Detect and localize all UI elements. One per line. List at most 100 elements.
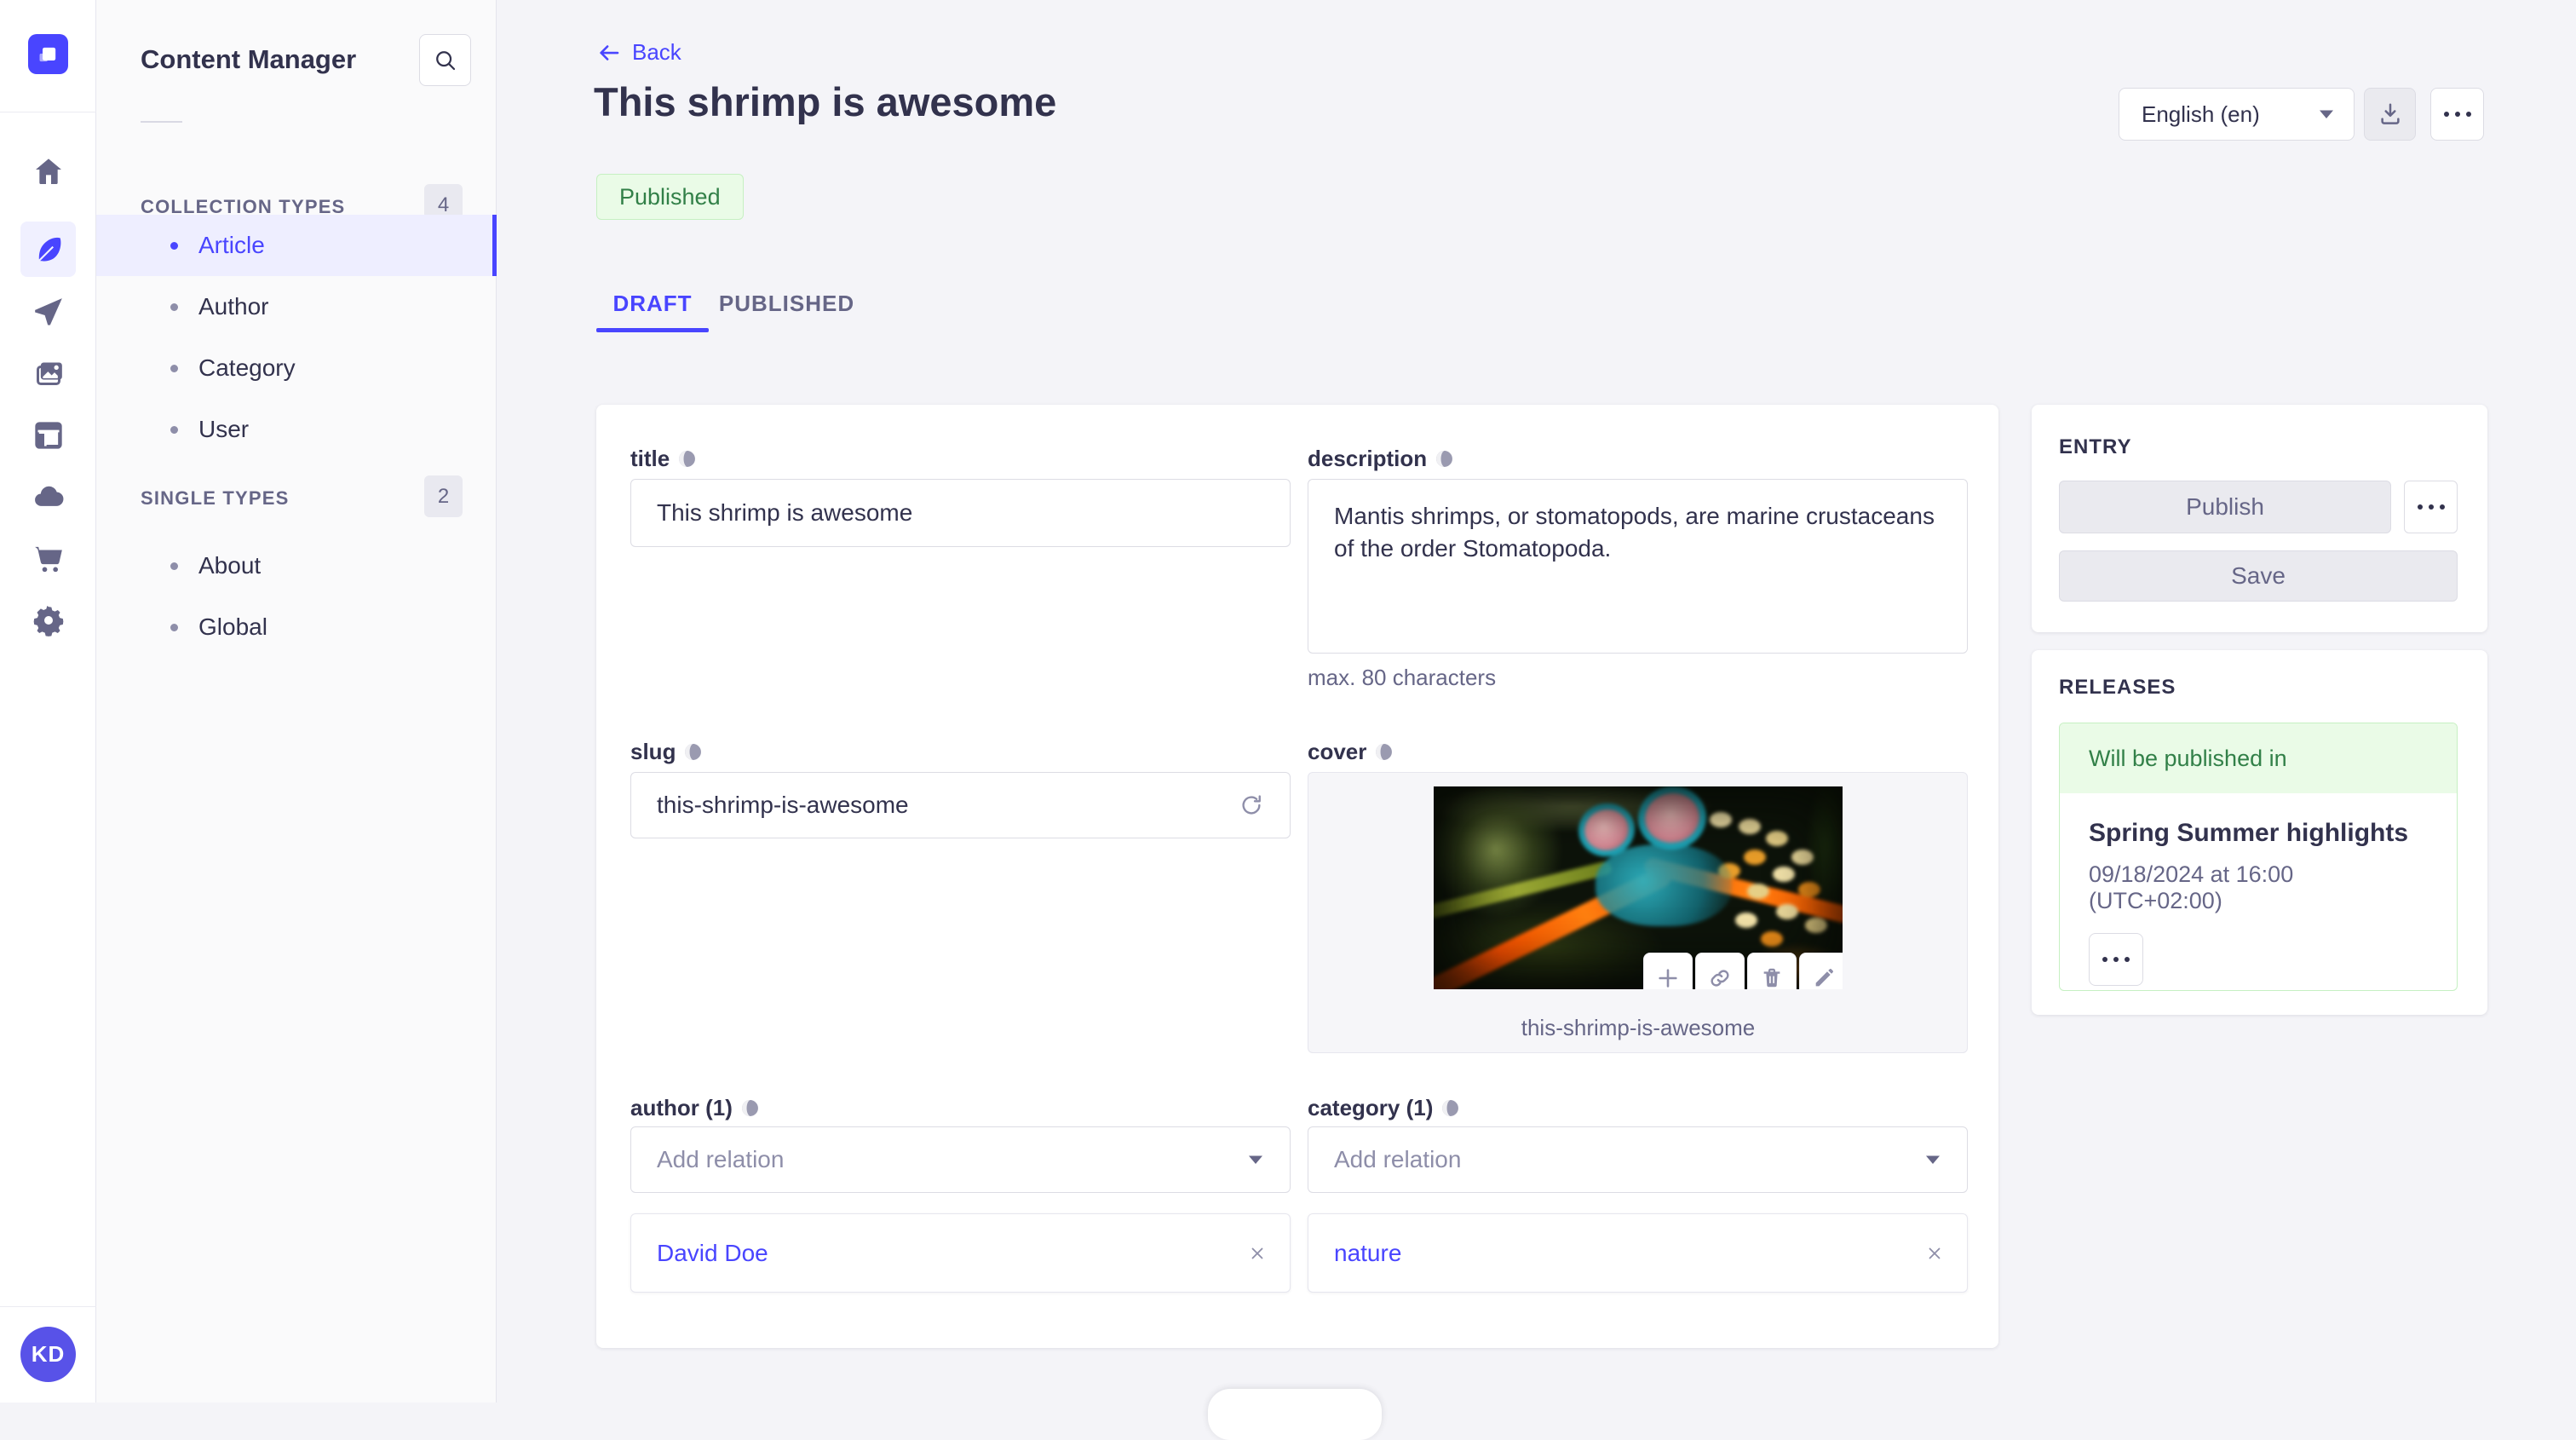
trash-icon [1763, 968, 1780, 988]
tab-draft[interactable]: DRAFT [596, 274, 709, 332]
search-button[interactable] [419, 34, 471, 86]
globe-icon [679, 451, 696, 467]
release-name: Spring Summer highlights [2089, 819, 2409, 847]
layout-icon [34, 421, 62, 449]
add-relation-placeholder: Add relation [1334, 1146, 1462, 1172]
status-badge: Published [596, 174, 744, 220]
main-content: Back This shrimp is awesome Published En… [497, 0, 2576, 1403]
relation-link[interactable]: David Doe [657, 1240, 1247, 1267]
more-actions-button[interactable] [2430, 88, 2484, 141]
more-horizontal-icon [2443, 112, 2471, 117]
globe-icon [1442, 1100, 1459, 1116]
sidebar-item-releases[interactable] [20, 284, 76, 339]
field-label-text: category (1) [1308, 1095, 1434, 1120]
release-more-button[interactable] [2089, 933, 2143, 986]
sidebar-item-article[interactable]: Article [96, 215, 497, 276]
home-icon [35, 158, 61, 184]
chevron-down-icon [2320, 110, 2333, 118]
single-types-count: 2 [424, 475, 463, 517]
entry-more-button[interactable] [2404, 481, 2458, 533]
sidebar-item-content-manager[interactable] [20, 222, 76, 277]
subnav-divider [141, 121, 182, 123]
releases-heading: RELEASES [2059, 676, 2176, 699]
regenerate-slug-button[interactable] [1239, 792, 1264, 818]
bullet-icon [170, 425, 178, 434]
author-add-relation-select[interactable]: Add relation [630, 1126, 1291, 1193]
title-input-value: This shrimp is awesome [657, 499, 913, 526]
locale-select[interactable]: English (en) [2119, 88, 2355, 141]
category-add-relation-select[interactable]: Add relation [1308, 1126, 1968, 1193]
bottom-floating-pill[interactable] [1208, 1389, 1382, 1440]
entry-heading: ENTRY [2059, 435, 2132, 458]
globe-icon [741, 1100, 758, 1116]
sidebar-item-media-library[interactable] [20, 345, 76, 400]
copy-link-button[interactable] [1695, 953, 1745, 989]
back-link[interactable]: Back [596, 39, 681, 66]
author-field-label: author (1) [630, 1095, 759, 1121]
save-button[interactable]: Save [2059, 550, 2458, 602]
field-label-text: title [630, 446, 670, 471]
entry-panel: ENTRY Publish Save [2032, 405, 2487, 632]
export-button[interactable] [2364, 88, 2416, 141]
bullet-icon [170, 302, 178, 311]
cover-field: this-shrimp-is-awesome [1308, 772, 1968, 1053]
category-relation-item: nature [1308, 1213, 1968, 1293]
sidebar-item-category[interactable]: Category [96, 337, 497, 399]
sidebar-item-label: Article [198, 232, 265, 258]
sidebar-item-user[interactable]: User [96, 399, 497, 460]
title-input[interactable]: This shrimp is awesome [630, 479, 1291, 547]
nav-rail: KD [0, 0, 96, 1403]
remove-relation-button[interactable] [1924, 1243, 1945, 1264]
description-hint: max. 80 characters [1308, 665, 1497, 690]
publish-button[interactable]: Publish [2059, 481, 2391, 533]
pencil-icon [1815, 969, 1833, 987]
close-icon [1929, 1247, 1941, 1259]
gear-icon [33, 605, 63, 636]
sidebar-item-global[interactable]: Global [96, 596, 497, 658]
category-field-label: category (1) [1308, 1095, 1459, 1121]
sidebar-item-label: Global [198, 613, 267, 640]
description-textarea[interactable]: Mantis shrimps, or stomatopods, are mari… [1308, 479, 1968, 654]
strapi-logo[interactable] [28, 34, 68, 74]
content-manager-subnav: Content Manager COLLECTION TYPES 4 Artic… [96, 0, 497, 1403]
edit-asset-button[interactable] [1799, 953, 1843, 989]
delete-asset-button[interactable] [1747, 953, 1797, 989]
slug-input-value: this-shrimp-is-awesome [657, 792, 909, 818]
cover-image [1434, 786, 1843, 989]
release-card: Will be published in Spring Summer highl… [2059, 723, 2458, 991]
field-label-text: slug [630, 739, 676, 764]
avatar[interactable]: KD [20, 1327, 76, 1382]
feather-icon [38, 237, 60, 261]
sidebar-item-label: Category [198, 354, 296, 381]
sidebar-item-label: User [198, 416, 250, 442]
slug-input[interactable]: this-shrimp-is-awesome [630, 772, 1291, 838]
bullet-icon [170, 623, 178, 631]
search-icon [435, 50, 455, 70]
sidebar-item-author[interactable]: Author [96, 276, 497, 337]
section-label: SINGLE TYPES [141, 487, 290, 509]
cover-actions [1643, 953, 1843, 989]
chevron-down-icon [1249, 1155, 1262, 1164]
sidebar-item-settings[interactable] [20, 592, 76, 648]
release-date: 09/18/2024 at 16:00 (UTC+02:00) [2089, 861, 2294, 913]
field-label-text: description [1308, 446, 1428, 471]
cover-caption: this-shrimp-is-awesome [1521, 1015, 1756, 1040]
slug-field-label: slug [630, 739, 702, 765]
cover-field-label: cover [1308, 739, 1393, 765]
sidebar-item-deploy[interactable] [20, 469, 76, 524]
sidebar-item-about[interactable]: About [96, 535, 497, 596]
cloud-icon [34, 486, 63, 506]
sidebar-item-marketplace[interactable] [20, 531, 76, 586]
add-relation-placeholder: Add relation [657, 1146, 785, 1172]
add-asset-button[interactable] [1643, 953, 1693, 989]
tab-published[interactable]: PUBLISHED [719, 274, 854, 332]
relation-link[interactable]: nature [1334, 1240, 1924, 1267]
sidebar-item-content-type-builder[interactable] [20, 407, 76, 463]
release-status: Will be published in [2060, 723, 2457, 793]
remove-relation-button[interactable] [1247, 1243, 1268, 1264]
description-field-label: description [1308, 446, 1453, 472]
download-icon [2380, 103, 2400, 124]
sidebar-item-home[interactable] [20, 143, 76, 199]
more-horizontal-icon [2102, 957, 2130, 962]
author-relation-item: David Doe [630, 1213, 1291, 1293]
